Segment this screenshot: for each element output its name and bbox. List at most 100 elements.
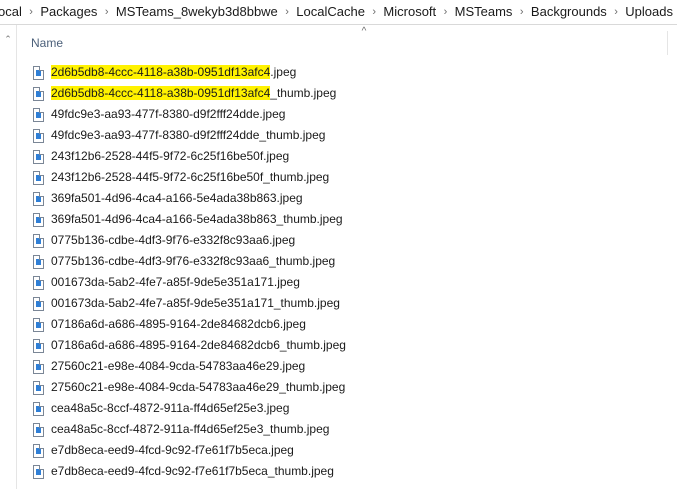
breadcrumb-item-uploads[interactable]: Uploads xyxy=(621,0,677,24)
file-name[interactable]: 49fdc9e3-aa93-477f-8380-d9f2fff24dde.jpe… xyxy=(51,104,285,125)
image-file-icon xyxy=(33,443,44,458)
file-row[interactable]: 2d6b5db8-4ccc-4118-a38b-0951df13afc4_thu… xyxy=(17,83,677,104)
image-file-icon xyxy=(33,107,44,122)
image-file-icon xyxy=(33,149,44,164)
file-row[interactable]: 369fa501-4d96-4ca4-a166-5e4ada38b863.jpe… xyxy=(17,188,677,209)
file-name[interactable]: 07186a6d-a686-4895-9164-2de84682dcb6.jpe… xyxy=(51,314,306,335)
image-file-icon xyxy=(33,212,44,227)
breadcrumb-separator-icon[interactable]: › xyxy=(516,0,526,24)
file-name[interactable]: 243f12b6-2528-44f5-9f72-6c25f16be50f.jpe… xyxy=(51,146,289,167)
breadcrumb-item-backgrounds[interactable]: Backgrounds xyxy=(527,0,611,24)
file-name[interactable]: 2d6b5db8-4ccc-4118-a38b-0951df13afc4_thu… xyxy=(51,83,336,104)
file-list: 2d6b5db8-4ccc-4118-a38b-0951df13afc4.jpe… xyxy=(17,62,677,482)
file-name[interactable]: 001673da-5ab2-4fe7-a85f-9de5e351a171.jpe… xyxy=(51,272,300,293)
file-name-text: 27560c21-e98e-4084-9cda-54783aa46e29.jpe… xyxy=(51,359,306,373)
file-name[interactable]: e7db8eca-eed9-4fcd-9c92-f7e61f7b5eca.jpe… xyxy=(51,440,294,461)
image-file-icon xyxy=(33,317,44,332)
file-name-highlight: 2d6b5db8-4ccc-4118-a38b-0951df13afc4 xyxy=(51,65,271,79)
file-name[interactable]: 49fdc9e3-aa93-477f-8380-d9f2fff24dde_thu… xyxy=(51,125,325,146)
file-row[interactable]: cea48a5c-8ccf-4872-911a-ff4d65ef25e3_thu… xyxy=(17,419,677,440)
image-file-icon-fold xyxy=(39,65,44,71)
file-row[interactable]: 001673da-5ab2-4fe7-a85f-9de5e351a171.jpe… xyxy=(17,272,677,293)
file-name-text: 07186a6d-a686-4895-9164-2de84682dcb6_thu… xyxy=(51,338,346,352)
breadcrumb[interactable]: ocal › Packages › MSTeams_8wekyb3d8bbwe … xyxy=(0,0,677,25)
breadcrumb-separator-icon[interactable]: › xyxy=(611,0,621,24)
image-file-icon-fold xyxy=(39,401,44,407)
breadcrumb-item-msteams-package[interactable]: MSTeams_8wekyb3d8bbwe xyxy=(112,0,282,24)
image-file-icon-fold xyxy=(39,317,44,323)
file-name[interactable]: 0775b136-cdbe-4df3-9f76-e332f8c93aa6.jpe… xyxy=(51,230,295,251)
breadcrumb-item-microsoft[interactable]: Microsoft xyxy=(379,0,440,24)
image-file-icon xyxy=(33,380,44,395)
file-row[interactable]: 49fdc9e3-aa93-477f-8380-d9f2fff24dde_thu… xyxy=(17,125,677,146)
file-name[interactable]: 243f12b6-2528-44f5-9f72-6c25f16be50f_thu… xyxy=(51,167,329,188)
file-name-text: e7db8eca-eed9-4fcd-9c92-f7e61f7b5eca.jpe… xyxy=(51,443,294,457)
file-row[interactable]: 07186a6d-a686-4895-9164-2de84682dcb6.jpe… xyxy=(17,314,677,335)
image-file-icon xyxy=(33,86,44,101)
file-row[interactable]: e7db8eca-eed9-4fcd-9c92-f7e61f7b5eca_thu… xyxy=(17,461,677,482)
file-row[interactable]: 27560c21-e98e-4084-9cda-54783aa46e29_thu… xyxy=(17,377,677,398)
file-row[interactable]: 0775b136-cdbe-4df3-9f76-e332f8c93aa6.jpe… xyxy=(17,230,677,251)
navigation-pane-edge[interactable]: ⌃ xyxy=(0,25,17,489)
column-header: Name ^ xyxy=(17,25,677,59)
column-header-name[interactable]: Name xyxy=(31,36,63,50)
file-row[interactable]: 0775b136-cdbe-4df3-9f76-e332f8c93aa6_thu… xyxy=(17,251,677,272)
image-file-icon-fold xyxy=(39,128,44,134)
file-name[interactable]: cea48a5c-8ccf-4872-911a-ff4d65ef25e3.jpe… xyxy=(51,398,289,419)
image-file-icon-fold xyxy=(39,443,44,449)
file-row[interactable]: 001673da-5ab2-4fe7-a85f-9de5e351a171_thu… xyxy=(17,293,677,314)
file-row[interactable]: e7db8eca-eed9-4fcd-9c92-f7e61f7b5eca.jpe… xyxy=(17,440,677,461)
breadcrumb-separator-icon[interactable]: › xyxy=(440,0,450,24)
image-file-icon-fold xyxy=(39,338,44,344)
file-row[interactable]: 2d6b5db8-4ccc-4118-a38b-0951df13afc4.jpe… xyxy=(17,62,677,83)
file-row[interactable]: 243f12b6-2528-44f5-9f72-6c25f16be50f.jpe… xyxy=(17,146,677,167)
breadcrumb-item-msteams[interactable]: MSTeams xyxy=(451,0,517,24)
breadcrumb-item-localcache[interactable]: LocalCache xyxy=(292,0,369,24)
file-name[interactable]: cea48a5c-8ccf-4872-911a-ff4d65ef25e3_thu… xyxy=(51,419,329,440)
image-file-icon xyxy=(33,401,44,416)
file-row[interactable]: 49fdc9e3-aa93-477f-8380-d9f2fff24dde.jpe… xyxy=(17,104,677,125)
file-name[interactable]: 001673da-5ab2-4fe7-a85f-9de5e351a171_thu… xyxy=(51,293,340,314)
file-name[interactable]: 27560c21-e98e-4084-9cda-54783aa46e29_thu… xyxy=(51,377,345,398)
file-row[interactable]: cea48a5c-8ccf-4872-911a-ff4d65ef25e3.jpe… xyxy=(17,398,677,419)
file-name[interactable]: 27560c21-e98e-4084-9cda-54783aa46e29.jpe… xyxy=(51,356,305,377)
chevron-up-icon[interactable]: ⌃ xyxy=(2,33,14,45)
image-file-icon xyxy=(33,254,44,269)
file-name-text: 243f12b6-2528-44f5-9f72-6c25f16be50f.jpe… xyxy=(51,149,290,163)
file-name-highlight: 2d6b5db8-4ccc-4118-a38b-0951df13afc4 xyxy=(51,86,271,100)
breadcrumb-separator-icon[interactable]: › xyxy=(369,0,379,24)
file-row[interactable]: 369fa501-4d96-4ca4-a166-5e4ada38b863_thu… xyxy=(17,209,677,230)
file-name[interactable]: 07186a6d-a686-4895-9164-2de84682dcb6_thu… xyxy=(51,335,346,356)
image-file-icon-fold xyxy=(39,275,44,281)
file-name-text: e7db8eca-eed9-4fcd-9c92-f7e61f7b5eca_thu… xyxy=(51,464,334,478)
file-name[interactable]: e7db8eca-eed9-4fcd-9c92-f7e61f7b5eca_thu… xyxy=(51,461,334,482)
breadcrumb-separator-icon[interactable]: › xyxy=(26,0,36,24)
file-name[interactable]: 0775b136-cdbe-4df3-9f76-e332f8c93aa6_thu… xyxy=(51,251,335,272)
file-name-text: 49fdc9e3-aa93-477f-8380-d9f2fff24dde_thu… xyxy=(51,128,326,142)
file-row[interactable]: 27560c21-e98e-4084-9cda-54783aa46e29.jpe… xyxy=(17,356,677,377)
file-name-text: _thumb.jpeg xyxy=(270,86,337,100)
file-row[interactable]: 07186a6d-a686-4895-9164-2de84682dcb6_thu… xyxy=(17,335,677,356)
file-row[interactable]: 243f12b6-2528-44f5-9f72-6c25f16be50f_thu… xyxy=(17,167,677,188)
file-name-text: 27560c21-e98e-4084-9cda-54783aa46e29_thu… xyxy=(51,380,346,394)
image-file-icon-fold xyxy=(39,170,44,176)
image-file-icon-fold xyxy=(39,86,44,92)
breadcrumb-item-local[interactable]: ocal xyxy=(0,0,26,24)
image-file-icon xyxy=(33,359,44,374)
breadcrumb-separator-icon[interactable]: › xyxy=(101,0,111,24)
image-file-icon xyxy=(33,296,44,311)
breadcrumb-separator-icon[interactable]: › xyxy=(282,0,292,24)
image-file-icon xyxy=(33,338,44,353)
image-file-icon xyxy=(33,422,44,437)
column-divider[interactable] xyxy=(667,31,668,55)
image-file-icon-fold xyxy=(39,359,44,365)
file-name-text: 369fa501-4d96-4ca4-a166-5e4ada38b863_thu… xyxy=(51,212,343,226)
file-name-text: 0775b136-cdbe-4df3-9f76-e332f8c93aa6.jpe… xyxy=(51,233,296,247)
file-name[interactable]: 369fa501-4d96-4ca4-a166-5e4ada38b863_thu… xyxy=(51,209,343,230)
breadcrumb-item-packages[interactable]: Packages xyxy=(36,0,101,24)
file-name[interactable]: 2d6b5db8-4ccc-4118-a38b-0951df13afc4.jpe… xyxy=(51,62,296,83)
sort-ascending-icon[interactable]: ^ xyxy=(357,25,371,39)
image-file-icon xyxy=(33,464,44,479)
file-name-text: .jpeg xyxy=(270,65,297,79)
file-name[interactable]: 369fa501-4d96-4ca4-a166-5e4ada38b863.jpe… xyxy=(51,188,303,209)
